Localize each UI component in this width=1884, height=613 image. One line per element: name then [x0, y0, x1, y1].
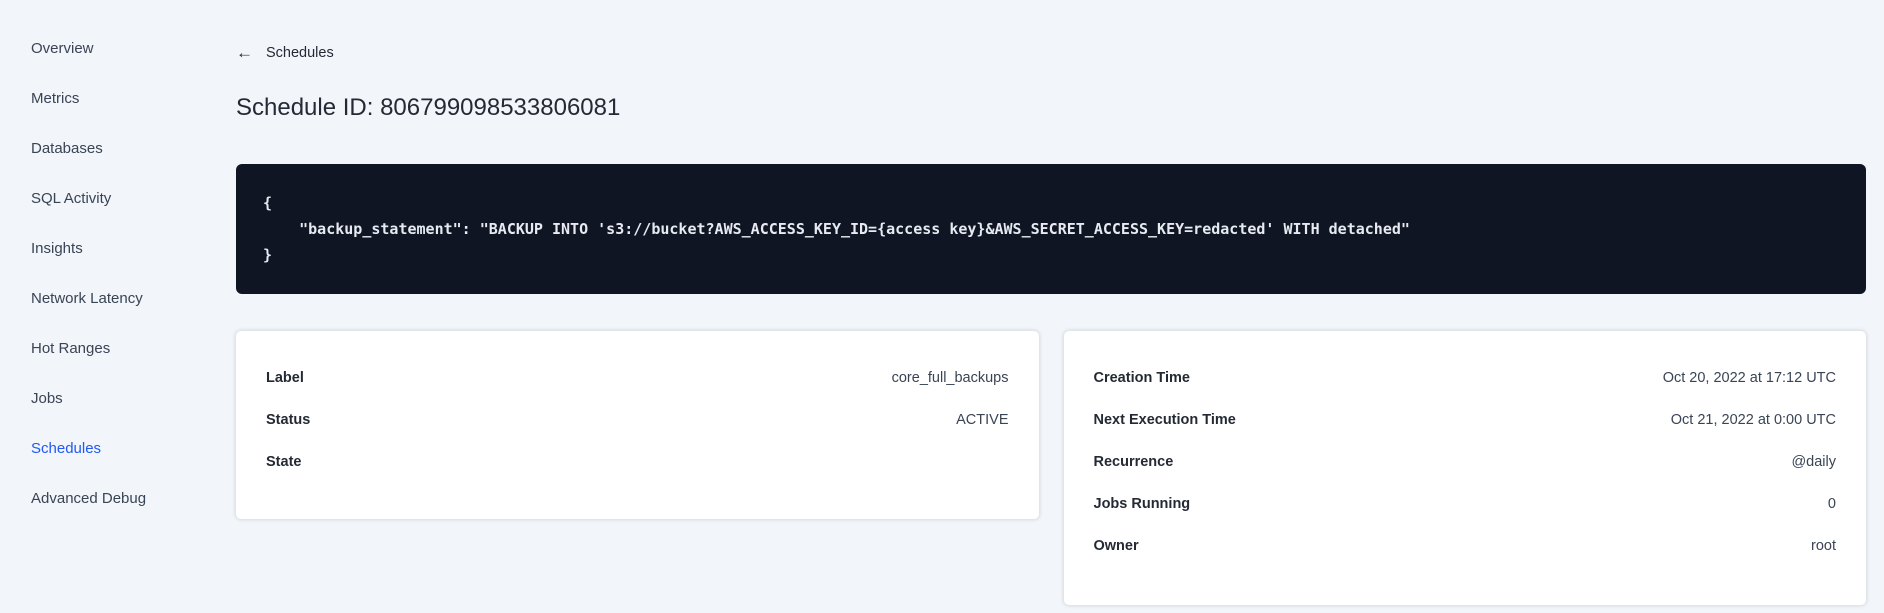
detail-row-label: Jobs Running: [1093, 496, 1191, 512]
detail-row: Next Execution Time Oct 21, 2022 at 0:00…: [1094, 399, 1837, 441]
sidebar-item-label: Network Latency: [31, 289, 143, 307]
detail-row: Creation Time Oct 20, 2022 at 17:12 UTC: [1094, 357, 1837, 399]
detail-row-label: Recurrence: [1093, 454, 1174, 470]
code-line: {: [263, 194, 273, 212]
sidebar-item-overview[interactable]: Overview: [31, 23, 236, 73]
detail-row-value: 0: [1827, 496, 1836, 512]
detail-row-value: Oct 21, 2022 at 0:00 UTC: [1670, 412, 1836, 428]
detail-row-label: Label: [266, 370, 304, 386]
sidebar-item-metrics[interactable]: Metrics: [31, 73, 236, 123]
detail-row-label: State: [266, 454, 302, 470]
sidebar-item-label: Schedules: [31, 439, 102, 457]
sidebar: Overview Metrics Databases SQL Activity …: [0, 0, 236, 613]
sidebar-item-jobs[interactable]: Jobs: [31, 373, 236, 423]
detail-row-value: ACTIVE: [956, 412, 1009, 428]
detail-row-value: @daily: [1791, 454, 1836, 470]
sidebar-item-sql-activity[interactable]: SQL Activity: [31, 173, 236, 223]
schedule-details-card: Label core_full_backups Status ACTIVE St…: [236, 331, 1039, 519]
detail-row-value: core_full_backups: [891, 370, 1009, 386]
back-to-schedules-link[interactable]: ← Schedules: [236, 44, 334, 62]
sidebar-item-label: Overview: [31, 39, 94, 57]
detail-row-label: Owner: [1093, 538, 1139, 554]
sidebar-item-label: SQL Activity: [31, 189, 112, 207]
detail-row: State: [266, 441, 1009, 483]
detail-row: Jobs Running 0: [1094, 483, 1837, 525]
sidebar-item-label: Databases: [31, 139, 103, 157]
detail-row-label: Next Execution Time: [1093, 412, 1236, 428]
sidebar-item-databases[interactable]: Databases: [31, 123, 236, 173]
page-title: Schedule ID: 806799098533806081: [236, 94, 621, 121]
sidebar-item-advanced-debug[interactable]: Advanced Debug: [31, 473, 236, 523]
schedule-statement-code-block: { "backup_statement": "BACKUP INTO 's3:/…: [236, 164, 1866, 294]
detail-row-value: Oct 20, 2022 at 17:12 UTC: [1662, 370, 1836, 386]
sidebar-item-label: Jobs: [31, 389, 63, 407]
sidebar-item-insights[interactable]: Insights: [31, 223, 236, 273]
main-content: ← Schedules Schedule ID: 806799098533806…: [236, 0, 1884, 613]
sidebar-item-hot-ranges[interactable]: Hot Ranges: [31, 323, 236, 373]
sidebar-item-label: Insights: [31, 239, 83, 257]
back-link-label: Schedules: [266, 45, 334, 61]
sidebar-item-schedules[interactable]: Schedules: [31, 423, 236, 473]
code-line: }: [263, 246, 273, 264]
detail-row-label: Status: [266, 412, 311, 428]
sidebar-item-label: Advanced Debug: [31, 489, 147, 507]
sidebar-item-network-latency[interactable]: Network Latency: [31, 273, 236, 323]
detail-row: Label core_full_backups: [266, 357, 1009, 399]
detail-row: Status ACTIVE: [266, 399, 1009, 441]
detail-cards-row: Label core_full_backups Status ACTIVE St…: [236, 331, 1866, 605]
sidebar-item-label: Hot Ranges: [31, 339, 111, 357]
detail-row: Recurrence @daily: [1094, 441, 1837, 483]
code-line: "backup_statement": "BACKUP INTO 's3://b…: [263, 220, 1410, 238]
detail-row-label: Creation Time: [1093, 370, 1190, 386]
schedule-timing-card: Creation Time Oct 20, 2022 at 17:12 UTC …: [1063, 331, 1866, 605]
back-arrow-icon: ←: [236, 43, 253, 62]
sidebar-item-label: Metrics: [31, 89, 80, 107]
detail-row-value: root: [1811, 538, 1836, 554]
detail-row: Owner root: [1094, 525, 1837, 567]
